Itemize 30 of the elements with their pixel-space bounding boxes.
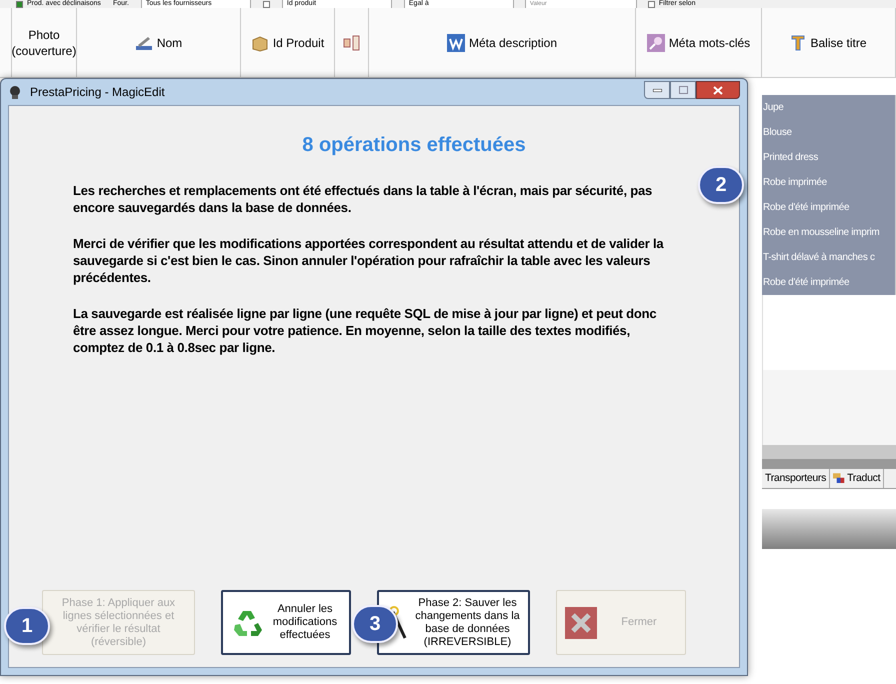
action-button[interactable]: Annuler les modifications effectuées xyxy=(221,590,351,655)
column-header[interactable]: Méta description xyxy=(369,8,636,77)
minimize-icon xyxy=(652,88,662,92)
w-icon xyxy=(446,34,465,52)
message-paragraph: La sauvegarde est réalisée ligne par ligne (une requête SQL de mise à jour par ligne) et peut donc être assez longue. Merci pour votre patience. En moyenne, selon la taille des textes modifiés, comptez de 0.1 à 0.8sec par ligne. xyxy=(73,305,658,356)
dialog-heading: 8 opérations effectuées xyxy=(301,133,527,158)
column-header[interactable]: Méta mots-clés xyxy=(636,8,762,77)
message-paragraph: Merci de vérifier que les modifications apportées correspondent au résultat attendu et de valider la sauvegarde si c'est bien le cas. Sinon annuler l'opération pour rafraîchir la table avec les valeurs précédentes. xyxy=(73,235,665,286)
box-icon xyxy=(250,34,269,52)
message-paragraph: Les recherches et remplacements ont été effectués dans la table à l'écran, mais par sécurité, pas encore sauvegardés dans la base de données. xyxy=(73,182,654,216)
column-header[interactable]: Balise titre xyxy=(762,8,896,77)
close-icon xyxy=(565,606,597,638)
pencil-ruler-icon xyxy=(134,34,153,50)
close-button[interactable] xyxy=(696,81,740,99)
maximize-icon xyxy=(678,86,688,94)
columns-icon xyxy=(342,34,360,50)
flags-icon xyxy=(833,473,846,484)
minimize-button[interactable] xyxy=(644,81,670,99)
tab[interactable]: Transporteurs xyxy=(762,469,830,488)
tab[interactable]: Traduct xyxy=(830,469,884,488)
checkbox[interactable] xyxy=(16,0,23,8)
column-header[interactable]: Nom xyxy=(77,8,241,77)
column-header[interactable]: Id Produit xyxy=(241,8,335,77)
letter-t-icon xyxy=(790,34,806,52)
close-icon xyxy=(713,86,723,94)
checkbox[interactable] xyxy=(648,0,655,8)
column-header[interactable]: Photo (couverture) xyxy=(12,8,77,77)
window-title: PrestaPricing - MagicEdit xyxy=(30,84,166,101)
checkbox[interactable] xyxy=(262,0,270,8)
magnifier-icon xyxy=(646,34,665,52)
